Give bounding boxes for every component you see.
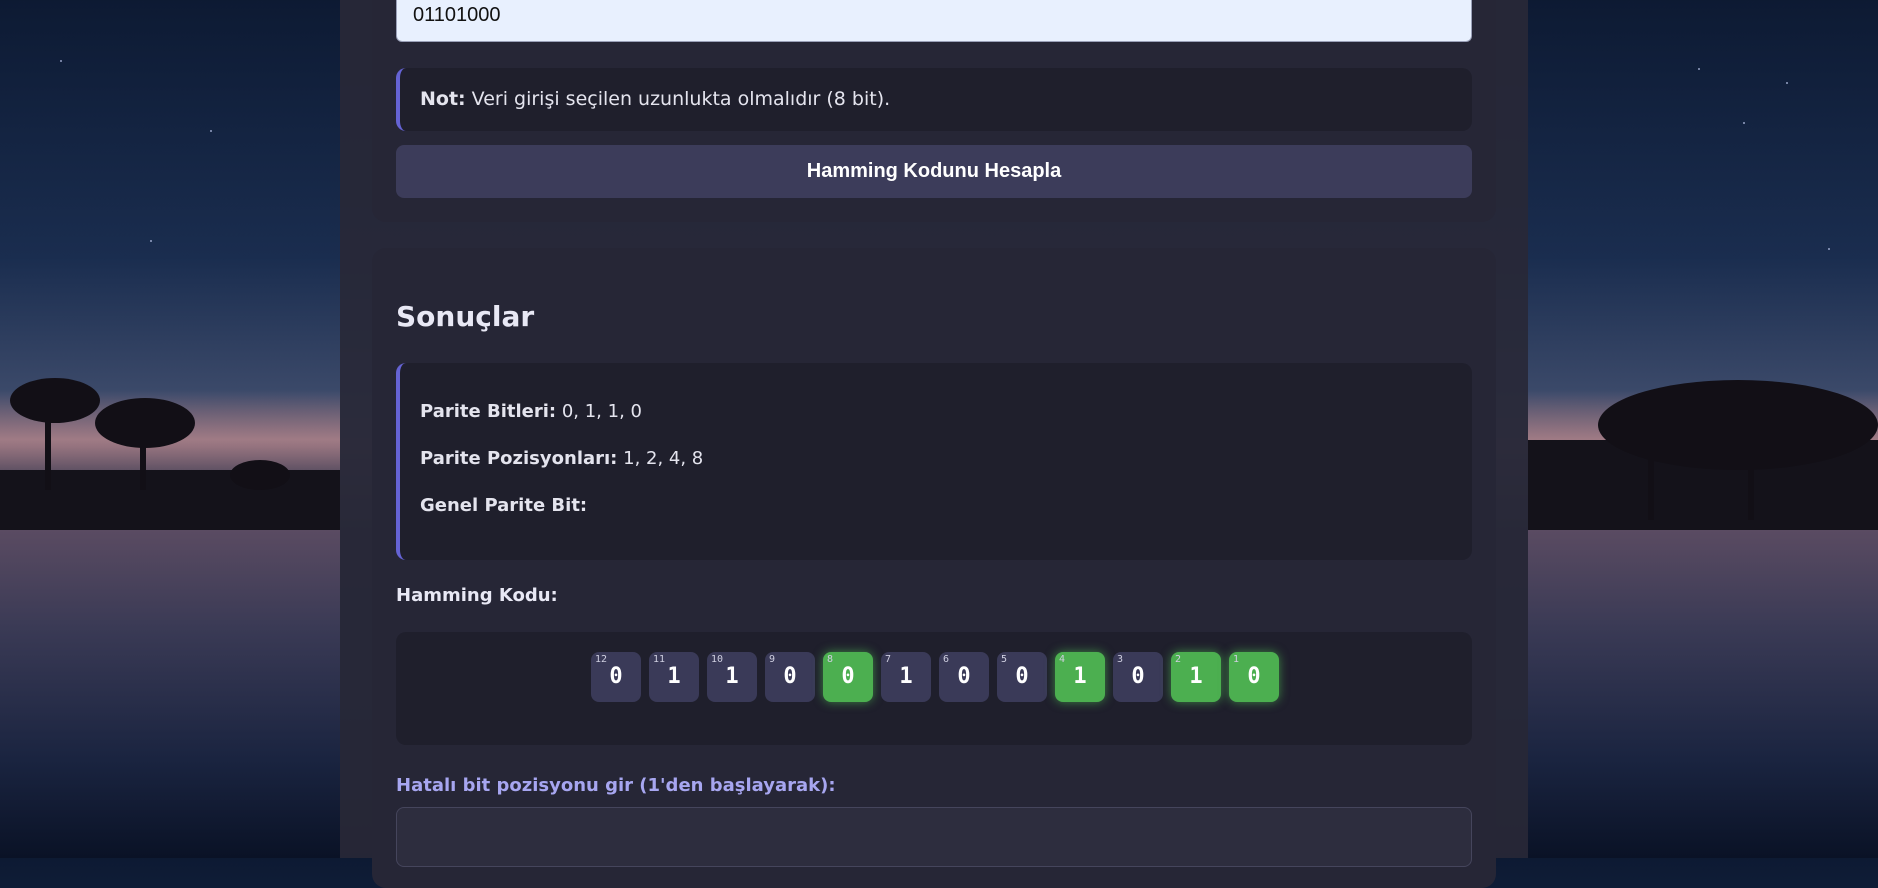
parity-positions-value: 1, 2, 4, 8	[617, 448, 704, 469]
bit-position: 1	[1233, 654, 1240, 665]
bit-position: 3	[1117, 654, 1124, 665]
overall-parity-label: Genel Parite Bit:	[420, 495, 588, 516]
bit-position: 6	[943, 654, 950, 665]
bit-value: 0	[1247, 664, 1261, 689]
error-position-input[interactable]	[396, 807, 1472, 867]
bit-value: 1	[667, 664, 681, 689]
bit-value: 1	[725, 664, 739, 689]
calculate-hamming-button[interactable]: Hamming Kodunu Hesapla	[396, 145, 1472, 198]
note-label: Not:	[420, 88, 466, 110]
hamming-bit[interactable]: 21	[1171, 652, 1221, 702]
hamming-bit[interactable]: 30	[1113, 652, 1163, 702]
bit-position: 2	[1175, 654, 1182, 665]
hamming-bit[interactable]: 71	[881, 652, 931, 702]
bit-value: 0	[1015, 664, 1029, 689]
results-title: Sonuçlar	[396, 300, 535, 333]
hamming-bit[interactable]: 50	[997, 652, 1047, 702]
note-text: Veri girişi seçilen uzunlukta olmalıdır …	[465, 88, 891, 110]
bit-position: 10	[711, 654, 724, 665]
parity-bits-value: 0, 1, 1, 0	[556, 401, 642, 422]
background-scenery-left	[0, 0, 340, 858]
parity-positions-label: Parite Pozisyonları:	[420, 448, 618, 469]
hamming-bit[interactable]: 10	[1229, 652, 1279, 702]
bit-value: 0	[957, 664, 971, 689]
bit-value: 0	[609, 664, 623, 689]
hamming-bits-row: 12 0 11 1 10 1 90 80 71 60 50 41 30 21 10	[591, 652, 1279, 702]
bit-value: 0	[1131, 664, 1145, 689]
hamming-code-label: Hamming Kodu:	[396, 585, 558, 606]
hamming-bit[interactable]: 60	[939, 652, 989, 702]
bit-position: 12	[595, 654, 608, 665]
parity-info-box: Parite Bitleri: 0, 1, 1, 0 Parite Pozisy…	[396, 363, 1472, 560]
parity-bits-label: Parite Bitleri:	[420, 401, 557, 422]
background-scenery-right	[1528, 0, 1878, 858]
parity-bits-line: Parite Bitleri: 0, 1, 1, 0	[420, 401, 1472, 448]
bit-position: 11	[653, 654, 666, 665]
bit-position: 8	[827, 654, 834, 665]
error-position-label: Hatalı bit pozisyonu gir (1'den başlayar…	[396, 775, 836, 796]
hamming-bit[interactable]: 10 1	[707, 652, 757, 702]
hamming-bit[interactable]: 90	[765, 652, 815, 702]
hamming-bit[interactable]: 80	[823, 652, 873, 702]
bit-value: 0	[841, 664, 855, 689]
bit-position: 9	[769, 654, 776, 665]
bit-value: 1	[1189, 664, 1203, 689]
data-input-value: 01101000	[413, 4, 501, 26]
overall-parity-line: Genel Parite Bit:	[420, 495, 1472, 542]
data-input[interactable]: 01101000	[396, 0, 1472, 42]
bit-position: 5	[1001, 654, 1008, 665]
bit-value: 1	[899, 664, 913, 689]
bit-value: 0	[783, 664, 797, 689]
hamming-bit[interactable]: 12 0	[591, 652, 641, 702]
parity-positions-line: Parite Pozisyonları: 1, 2, 4, 8	[420, 448, 1472, 495]
bit-value: 1	[1073, 664, 1087, 689]
bit-position: 4	[1059, 654, 1066, 665]
hamming-bit[interactable]: 11 1	[649, 652, 699, 702]
hamming-bit[interactable]: 41	[1055, 652, 1105, 702]
bit-position: 7	[885, 654, 892, 665]
note-box: Not: Veri girişi seçilen uzunlukta olmal…	[396, 68, 1472, 131]
